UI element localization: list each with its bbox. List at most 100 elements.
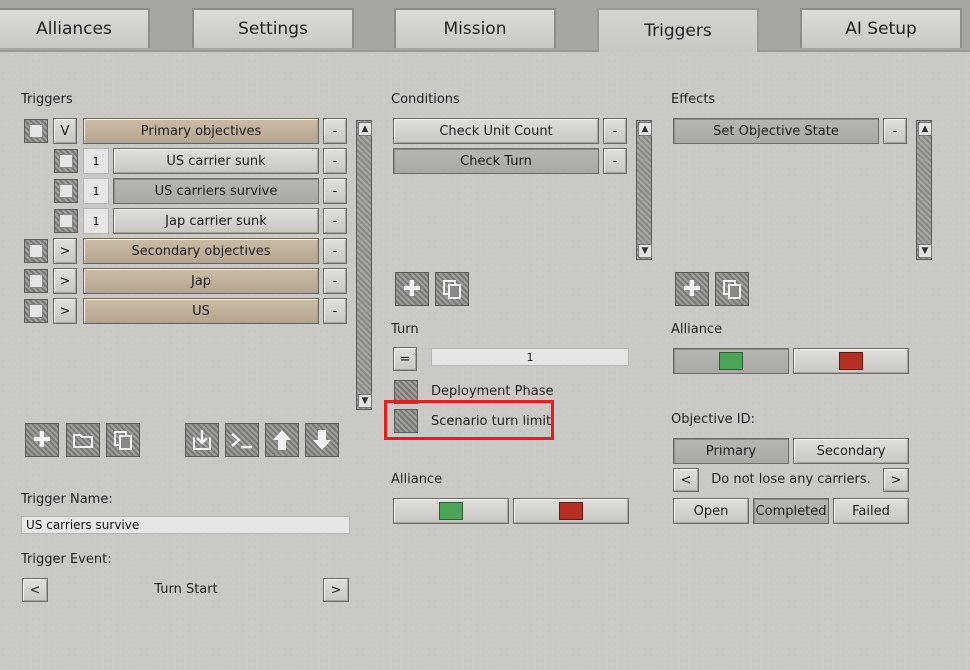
scroll-down-arrow-icon[interactable]: ▼ <box>638 244 652 258</box>
trigger-item-secondary-objectives[interactable]: Secondary objectives <box>83 238 319 264</box>
remove-condition-button[interactable]: - <box>603 148 627 174</box>
copy-glyph-icon <box>443 280 461 299</box>
effect-item-set-objective-state[interactable]: Set Objective State <box>673 118 879 144</box>
green-swatch <box>439 502 463 520</box>
checkbox-mark <box>59 184 73 198</box>
remove-trigger-button[interactable]: - <box>323 118 347 144</box>
copy-icon[interactable] <box>106 423 140 457</box>
expand-toggle-button[interactable]: > <box>53 298 77 324</box>
move-up-icon[interactable] <box>265 423 299 457</box>
tab-settings[interactable]: Settings <box>192 8 354 48</box>
trigger-name-label: Trigger Name: <box>21 492 113 507</box>
trigger-event-value: Turn Start <box>154 582 218 597</box>
condition-alliance-red-button[interactable] <box>513 498 629 524</box>
state-open-button[interactable]: Open <box>673 498 749 524</box>
objective-primary-button[interactable]: Primary <box>673 438 789 464</box>
effects-scrollbar[interactable]: ▲ ▼ <box>916 120 932 260</box>
conditions-heading: Conditions <box>391 92 460 107</box>
trigger-item-jap-carrier-sunk[interactable]: Jap carrier sunk <box>113 208 319 234</box>
tab-alliances[interactable]: Alliances <box>0 8 150 48</box>
add-icon[interactable]: ✚ <box>25 423 59 457</box>
tab-triggers[interactable]: Triggers <box>597 8 759 52</box>
checkbox-mark <box>59 154 73 168</box>
trigger-item-primary-objectives[interactable]: Primary objectives <box>83 118 319 144</box>
objective-secondary-button[interactable]: Secondary <box>793 438 909 464</box>
folder-glyph-icon <box>73 434 93 448</box>
conditions-scrollbar[interactable]: ▲ ▼ <box>636 120 652 260</box>
remove-effect-button[interactable]: - <box>883 118 907 144</box>
arrow-up-glyph-icon <box>273 430 291 450</box>
trigger-name-input[interactable]: US carriers survive <box>21 516 350 534</box>
copy-glyph-icon <box>723 280 741 299</box>
add-effect-icon[interactable]: ✚ <box>675 272 709 306</box>
trigger-checkbox[interactable] <box>24 239 48 263</box>
trigger-checkbox[interactable] <box>24 269 48 293</box>
scenario-turn-limit-label: Scenario turn limit <box>431 414 552 429</box>
turn-label: Turn <box>391 322 419 337</box>
remove-trigger-button[interactable]: - <box>323 298 347 324</box>
trigger-event-prev-button[interactable]: < <box>22 578 48 602</box>
trigger-checkbox[interactable] <box>54 209 78 233</box>
expand-toggle-button[interactable]: > <box>53 268 77 294</box>
copy-effect-icon[interactable] <box>715 272 749 306</box>
checkbox-mark <box>29 304 43 318</box>
remove-trigger-button[interactable]: - <box>323 268 347 294</box>
trigger-checkbox[interactable] <box>54 149 78 173</box>
expand-toggle-button[interactable]: V <box>53 118 77 144</box>
condition-item-check-unit-count[interactable]: Check Unit Count <box>393 118 599 144</box>
checkbox-mark <box>29 124 43 138</box>
effect-alliance-green-button[interactable] <box>673 348 789 374</box>
import-glyph-icon <box>193 430 211 450</box>
green-swatch <box>719 352 743 370</box>
copy-condition-icon[interactable] <box>435 272 469 306</box>
remove-trigger-button[interactable]: - <box>323 178 347 204</box>
effect-alliance-red-button[interactable] <box>793 348 909 374</box>
condition-alliance-label: Alliance <box>391 472 443 487</box>
trigger-event-next-button[interactable]: > <box>323 578 349 602</box>
objective-prev-button[interactable]: < <box>673 468 699 492</box>
console-icon[interactable] <box>225 423 259 457</box>
condition-item-check-turn[interactable]: Check Turn <box>393 148 599 174</box>
effects-heading: Effects <box>671 92 716 107</box>
trigger-count: 1 <box>83 178 109 204</box>
move-down-icon[interactable] <box>305 423 339 457</box>
state-completed-button[interactable]: Completed <box>753 498 829 524</box>
tab-mission[interactable]: Mission <box>394 8 556 48</box>
effect-alliance-label: Alliance <box>671 322 723 337</box>
scroll-up-arrow-icon[interactable]: ▲ <box>638 122 652 136</box>
copy-glyph-icon <box>114 431 132 450</box>
objective-text: Do not lose any carriers. <box>711 472 871 487</box>
triggers-scrollbar[interactable]: ▲ ▼ <box>356 120 372 410</box>
scroll-down-arrow-icon[interactable]: ▼ <box>918 244 932 258</box>
remove-trigger-button[interactable]: - <box>323 238 347 264</box>
expand-toggle-button[interactable]: > <box>53 238 77 264</box>
trigger-checkbox[interactable] <box>24 299 48 323</box>
trigger-item-jap[interactable]: Jap <box>83 268 319 294</box>
checkbox-mark <box>29 274 43 288</box>
remove-trigger-button[interactable]: - <box>323 148 347 174</box>
remove-condition-button[interactable]: - <box>603 118 627 144</box>
turn-operator-button[interactable]: = <box>393 347 417 371</box>
deployment-phase-label: Deployment Phase <box>431 384 554 399</box>
trigger-item-us[interactable]: US <box>83 298 319 324</box>
turn-value-input[interactable]: 1 <box>431 348 629 366</box>
scroll-up-arrow-icon[interactable]: ▲ <box>358 122 372 136</box>
scroll-down-arrow-icon[interactable]: ▼ <box>358 394 372 408</box>
trigger-item-us-carrier-sunk[interactable]: US carrier sunk <box>113 148 319 174</box>
checkbox-mark <box>59 214 73 228</box>
trigger-checkbox[interactable] <box>24 119 48 143</box>
import-icon[interactable] <box>185 423 219 457</box>
scenario-turn-limit-checkbox[interactable] <box>394 409 418 433</box>
condition-alliance-green-button[interactable] <box>393 498 509 524</box>
trigger-item-us-carriers-survive[interactable]: US carriers survive <box>113 178 319 204</box>
objective-next-button[interactable]: > <box>883 468 909 492</box>
add-condition-icon[interactable]: ✚ <box>395 272 429 306</box>
remove-trigger-button[interactable]: - <box>323 208 347 234</box>
trigger-count: 1 <box>83 208 109 234</box>
triggers-heading: Triggers <box>21 92 73 107</box>
folder-icon[interactable] <box>66 423 100 457</box>
trigger-checkbox[interactable] <box>54 179 78 203</box>
state-failed-button[interactable]: Failed <box>833 498 909 524</box>
tab-ai-setup[interactable]: AI Setup <box>800 8 962 48</box>
scroll-up-arrow-icon[interactable]: ▲ <box>918 122 932 136</box>
